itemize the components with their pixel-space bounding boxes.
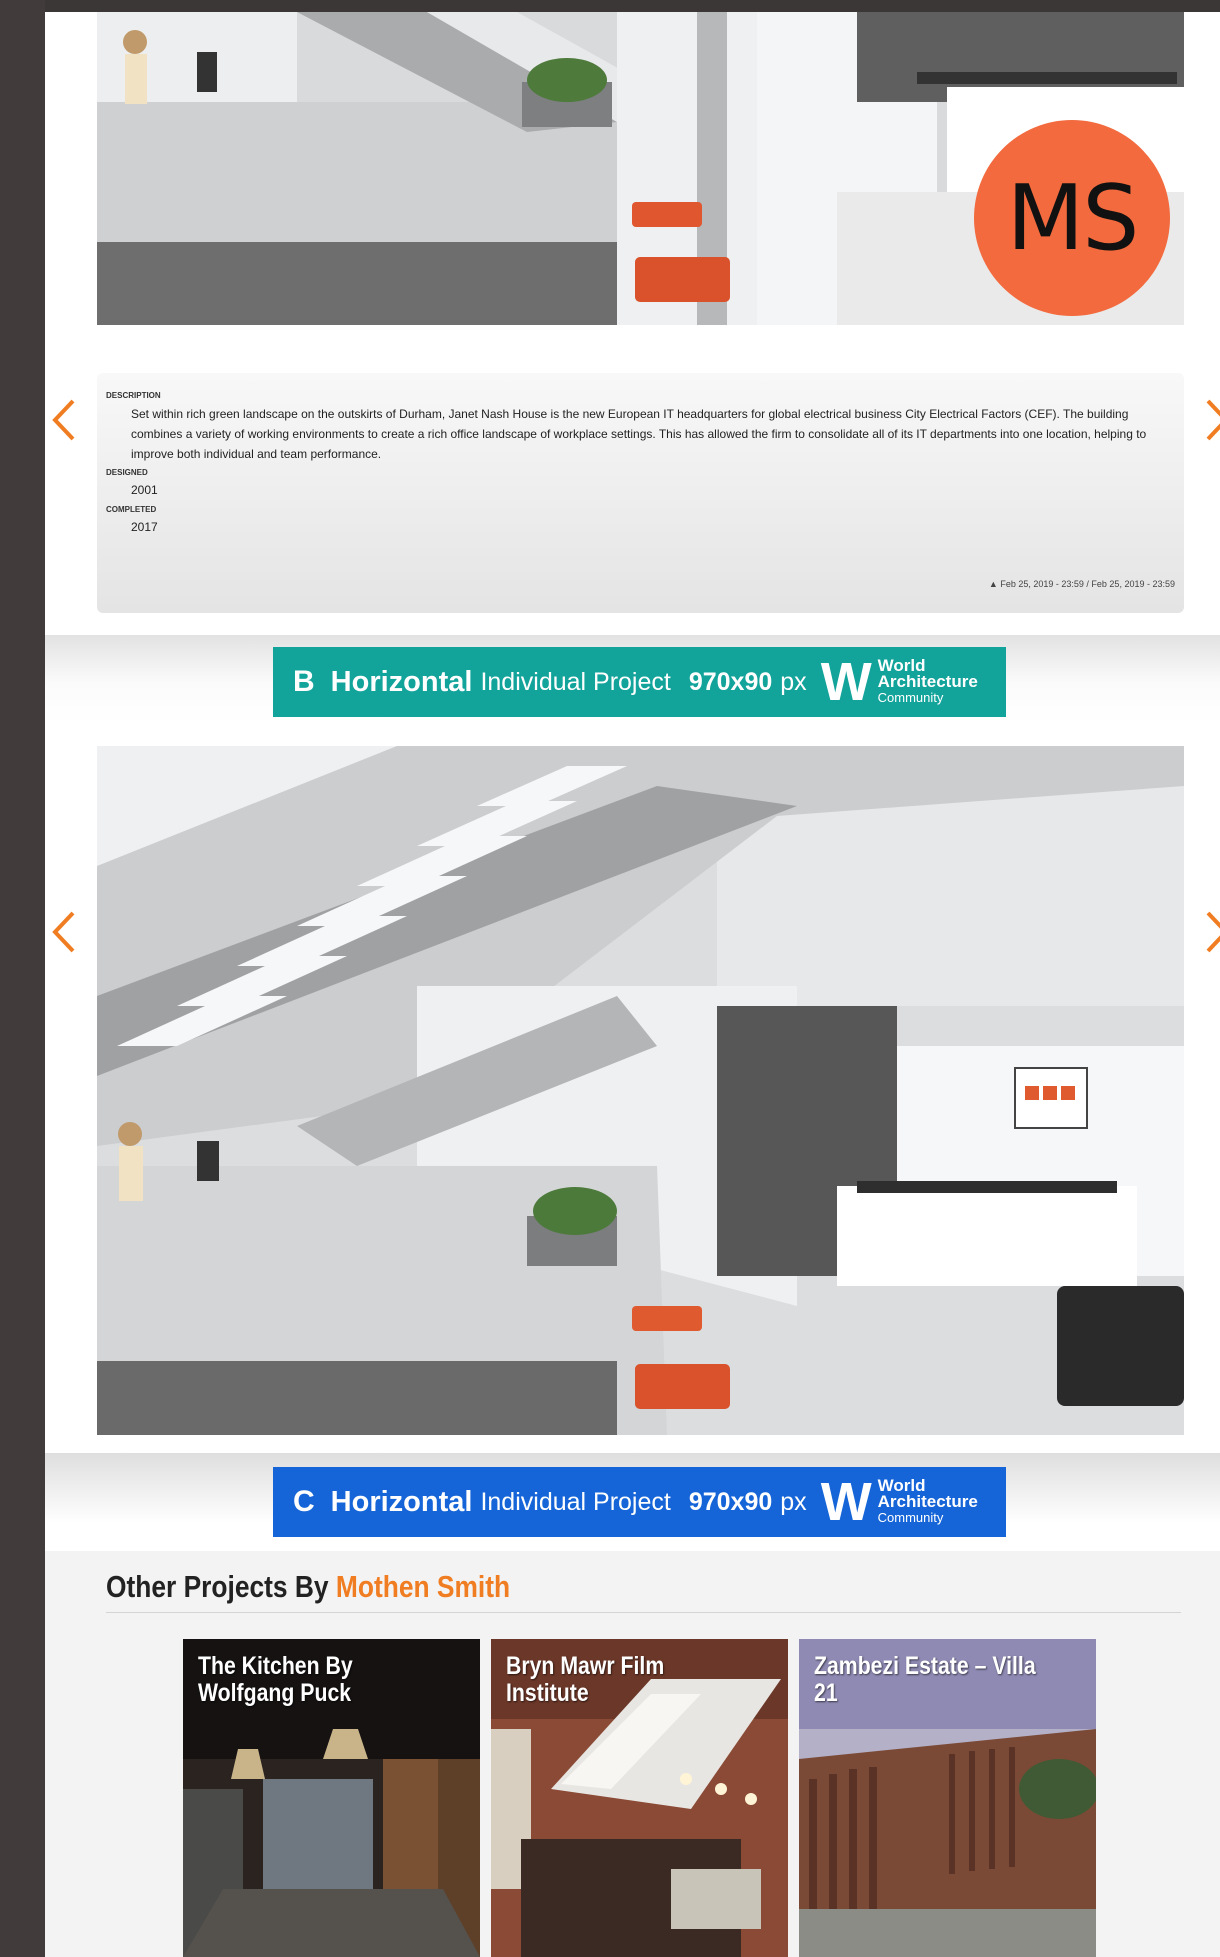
- ad-letter: B: [293, 665, 315, 698]
- project-card[interactable]: The Kitchen By Wolfgang Puck: [183, 1639, 480, 1957]
- timestamp-text: Feb 25, 2019 - 23:59 / Feb 25, 2019 - 23…: [1000, 579, 1175, 589]
- ad-size: 970x90: [688, 667, 773, 696]
- user-icon: ▲: [988, 579, 998, 589]
- ad-unit: px: [780, 1487, 807, 1516]
- chevron-right-icon: [1206, 399, 1220, 441]
- other-projects-title: Other Projects By Mothen Smith: [106, 1569, 510, 1605]
- completed-label: COMPLETED: [106, 505, 157, 514]
- project-page: MS DESCRIPTION Set within rich green lan…: [45, 0, 1220, 1957]
- chevron-left-icon: [52, 399, 75, 441]
- project-photo-2: [97, 746, 1184, 1435]
- chevron-left-icon: [52, 911, 75, 953]
- wac-logo: W World Architecture Community: [821, 1475, 978, 1529]
- description-label: DESCRIPTION: [106, 391, 161, 400]
- wac-logo-icon: W: [820, 1472, 872, 1532]
- prev-arrow-button[interactable]: [47, 907, 81, 957]
- ad-project: Individual Project: [480, 1487, 671, 1516]
- author-name-link[interactable]: Mothen Smith: [336, 1569, 510, 1604]
- project-card-title: The Kitchen By Wolfgang Puck: [198, 1652, 353, 1707]
- description-card: DESCRIPTION Set within rich green landsc…: [97, 373, 1184, 613]
- ad-banner-c[interactable]: C Horizontal Individual Project 970x90 p…: [273, 1467, 1006, 1537]
- project-card[interactable]: Zambezi Estate – Villa 21: [799, 1639, 1096, 1957]
- next-arrow-button[interactable]: [1200, 395, 1220, 445]
- designed-label: DESIGNED: [106, 468, 148, 477]
- project-card[interactable]: Bryn Mawr Film Institute: [491, 1639, 788, 1957]
- other-projects-prefix: Other Projects By: [106, 1569, 329, 1604]
- ad-banner-b[interactable]: B Horizontal Individual Project 970x90 p…: [273, 647, 1006, 717]
- logo-line-3: Community: [877, 690, 944, 705]
- ad-horizontal: Horizontal: [330, 665, 473, 698]
- project-card-title: Bryn Mawr Film Institute: [506, 1652, 665, 1707]
- wac-logo-icon: W: [820, 652, 872, 712]
- ad-band-c: C Horizontal Individual Project 970x90 p…: [45, 1453, 1220, 1553]
- logo-line-2: Architecture: [877, 1492, 978, 1511]
- top-strip: [45, 0, 1220, 12]
- ad-unit: px: [780, 667, 807, 696]
- ad-letter: C: [293, 1485, 315, 1518]
- logo-line-2: Architecture: [877, 672, 978, 691]
- completed-year: 2017: [131, 520, 158, 534]
- prev-arrow-button[interactable]: [47, 395, 81, 445]
- ad-band-b: B Horizontal Individual Project 970x90 p…: [45, 635, 1220, 723]
- other-projects-section: Other Projects By Mothen Smith The Kitch…: [45, 1551, 1220, 1957]
- ad-size: 970x90: [688, 1487, 773, 1516]
- ad-project: Individual Project: [480, 667, 671, 696]
- logo-line-3: Community: [877, 1510, 944, 1525]
- next-arrow-button[interactable]: [1200, 907, 1220, 957]
- divider: [106, 1612, 1181, 1613]
- wac-logo: W World Architecture Community: [821, 655, 978, 709]
- designed-year: 2001: [131, 483, 158, 497]
- description-text: Set within rich green landscape on the o…: [131, 407, 1147, 461]
- chevron-right-icon: [1206, 911, 1220, 953]
- timestamp: ▲ Feb 25, 2019 - 23:59 / Feb 25, 2019 - …: [989, 579, 1175, 589]
- ad-horizontal: Horizontal: [330, 1485, 473, 1518]
- project-card-title: Zambezi Estate – Villa 21: [814, 1652, 1036, 1707]
- author-avatar[interactable]: MS: [974, 120, 1170, 316]
